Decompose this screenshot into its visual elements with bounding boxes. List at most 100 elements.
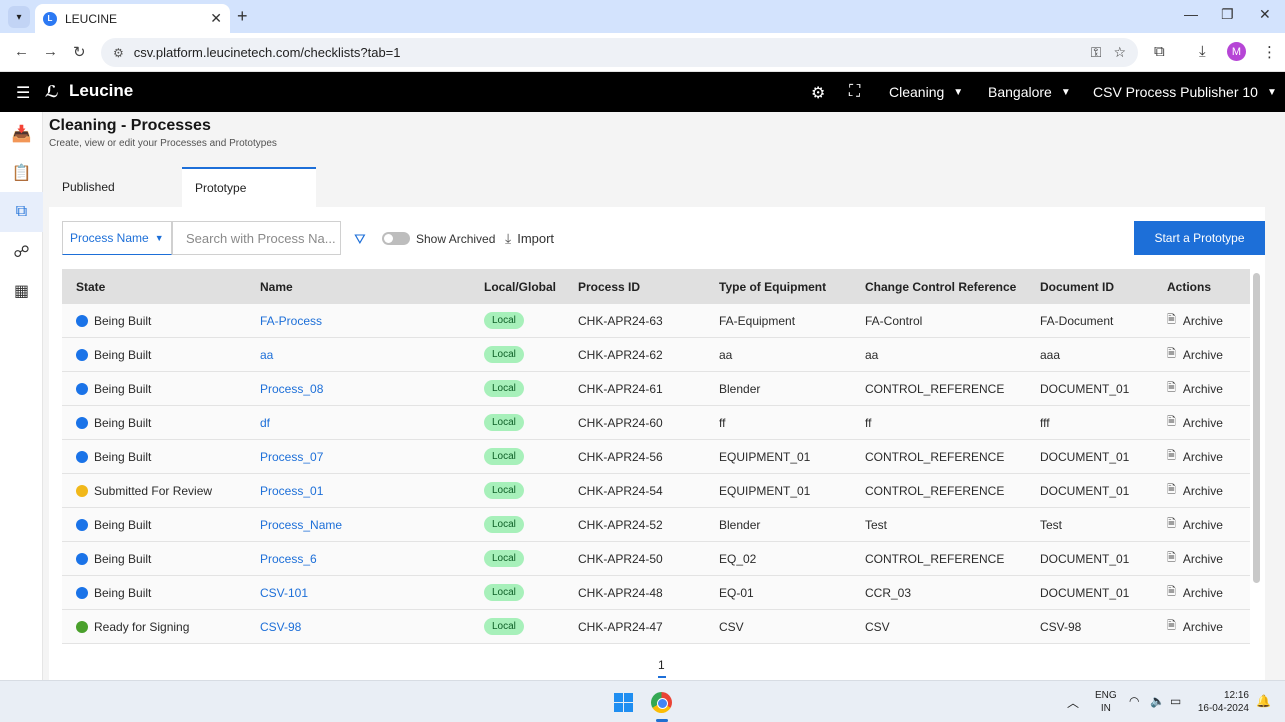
cell-process-id: CHK-APR24-56: [578, 449, 663, 464]
archive-action[interactable]: 🗎 Archive: [1167, 447, 1250, 466]
profile-avatar[interactable]: M: [1227, 42, 1246, 61]
leucine-logo[interactable]: ℒ Leucine: [45, 81, 133, 101]
process-name-link[interactable]: df: [260, 416, 270, 430]
process-name-link[interactable]: Process_6: [260, 552, 317, 566]
restore-icon[interactable]: ❐: [1221, 6, 1234, 23]
new-tab-icon[interactable]: +: [237, 6, 248, 27]
archive-action[interactable]: 🗎 Archive: [1167, 481, 1250, 500]
url-text[interactable]: csv.platform.leucinetech.com/checklists?…: [134, 45, 1091, 60]
bookmark-star-icon[interactable]: ☆: [1113, 44, 1126, 61]
cell-local-global: Local: [484, 312, 578, 329]
table-row[interactable]: Being Built Process_6 Local CHK-APR24-50…: [62, 542, 1250, 576]
column-header-equipment[interactable]: Type of Equipment: [719, 280, 865, 294]
cell-name: Process_6: [260, 552, 484, 566]
checklist-icon[interactable]: 📋: [0, 153, 43, 193]
password-key-icon[interactable]: ⚿: [1091, 44, 1102, 61]
table-row[interactable]: Being Built FA-Process Local CHK-APR24-6…: [62, 304, 1250, 338]
reload-icon[interactable]: ↻: [73, 43, 86, 61]
column-header-local-global[interactable]: Local/Global: [484, 280, 578, 294]
table-row[interactable]: Ready for Signing CSV-98 Local CHK-APR24…: [62, 610, 1250, 644]
chrome-taskbar-icon[interactable]: [651, 692, 672, 713]
filter-field-dropdown[interactable]: Process Name ▼: [62, 221, 172, 255]
facility-dropdown[interactable]: Cleaning ▼: [889, 84, 963, 100]
table-row[interactable]: Submitted For Review Process_01 Local CH…: [62, 474, 1250, 508]
import-button[interactable]: ⤓ Import: [505, 230, 554, 247]
browser-menu-icon[interactable]: ⋮: [1262, 43, 1277, 61]
tab-published[interactable]: Published: [49, 167, 182, 207]
scan-icon[interactable]: ⛶: [849, 83, 860, 101]
column-header-process-id[interactable]: Process ID: [578, 280, 719, 294]
show-archived-toggle[interactable]: [382, 232, 410, 245]
site-info-icon[interactable]: ⚙: [113, 46, 124, 60]
cell-equipment: CSV: [719, 619, 744, 634]
process-name-link[interactable]: aa: [260, 348, 273, 362]
table-row[interactable]: Being Built Process_08 Local CHK-APR24-6…: [62, 372, 1250, 406]
tray-chevron-up-icon[interactable]: ︿: [1067, 694, 1079, 711]
omnibox[interactable]: ⚙ csv.platform.leucinetech.com/checklist…: [101, 38, 1138, 67]
table-scrollbar[interactable]: [1253, 273, 1260, 583]
table-row[interactable]: Being Built aa Local CHK-APR24-62 aa aa …: [62, 338, 1250, 372]
extensions-icon[interactable]: ⧉: [1154, 43, 1165, 60]
archive-action[interactable]: 🗎 Archive: [1167, 515, 1250, 534]
search-input[interactable]: [172, 221, 341, 255]
process-name-link[interactable]: Process_08: [260, 382, 323, 396]
table-row[interactable]: Being Built Process_07 Local CHK-APR24-5…: [62, 440, 1250, 474]
table-row[interactable]: Being Built df Local CHK-APR24-60 ff ff …: [62, 406, 1250, 440]
table-row[interactable]: Being Built Process_Name Local CHK-APR24…: [62, 508, 1250, 542]
back-icon[interactable]: ←: [14, 43, 29, 60]
process-name-link[interactable]: Process_07: [260, 450, 323, 464]
windows-start-icon[interactable]: [614, 693, 633, 712]
downloads-icon[interactable]: ⤓: [1199, 43, 1206, 60]
process-name-link[interactable]: CSV-101: [260, 586, 308, 600]
wifi-icon[interactable]: ◠: [1129, 694, 1139, 708]
reports-icon[interactable]: ▦: [0, 271, 43, 311]
archive-action[interactable]: 🗎 Archive: [1167, 549, 1250, 568]
column-header-ccr[interactable]: Change Control Reference: [865, 280, 1040, 294]
user-dropdown[interactable]: CSV Process Publisher 10 ▼: [1093, 84, 1277, 100]
archive-action[interactable]: 🗎 Archive: [1167, 379, 1250, 398]
volume-icon[interactable]: 🔈: [1150, 694, 1165, 708]
tab-search-chevron-icon[interactable]: ▾: [8, 6, 30, 28]
cell-process-id: CHK-APR24-54: [578, 483, 663, 498]
start-prototype-button[interactable]: Start a Prototype: [1134, 221, 1265, 255]
column-header-document-id[interactable]: Document ID: [1040, 280, 1167, 294]
language-indicator[interactable]: ENG IN: [1095, 689, 1117, 715]
process-name-link[interactable]: Process_Name: [260, 518, 342, 532]
notification-bell-icon[interactable]: 🔔: [1256, 694, 1271, 708]
minimize-icon[interactable]: —: [1184, 6, 1198, 22]
forward-icon[interactable]: →: [43, 43, 58, 60]
state-status-dot-icon: [76, 348, 88, 361]
location-dropdown[interactable]: Bangalore ▼: [988, 84, 1071, 100]
cell-name: aa: [260, 348, 484, 362]
archive-label: Archive: [1182, 347, 1223, 362]
archive-action[interactable]: 🗎 Archive: [1167, 413, 1250, 432]
tab-close-icon[interactable]: ✕: [210, 10, 222, 27]
filter-funnel-icon[interactable]: ⛛: [354, 231, 366, 248]
column-header-state[interactable]: State: [62, 280, 260, 294]
process-name-link[interactable]: CSV-98: [260, 620, 301, 634]
tab-prototype[interactable]: Prototype: [182, 167, 316, 207]
table-row[interactable]: Being Built CSV-101 Local CHK-APR24-48 E…: [62, 576, 1250, 610]
system-clock[interactable]: 12:16 16-04-2024: [1196, 689, 1249, 715]
cell-state: Being Built: [62, 416, 260, 430]
archive-action[interactable]: 🗎 Archive: [1167, 583, 1250, 602]
archive-action[interactable]: 🗎 Archive: [1167, 311, 1250, 330]
inbox-icon[interactable]: 📥: [0, 114, 43, 154]
processes-icon[interactable]: ⧉: [0, 192, 43, 232]
cell-local-global: Local: [484, 380, 578, 397]
pagination-page-1[interactable]: 1: [658, 658, 665, 672]
archive-action[interactable]: 🗎 Archive: [1167, 617, 1250, 636]
archive-icon: 🗎: [1167, 450, 1176, 462]
window-close-icon[interactable]: ✕: [1259, 6, 1271, 23]
column-header-name[interactable]: Name: [260, 280, 484, 294]
browser-tab[interactable]: L LEUCINE ✕: [35, 4, 230, 33]
archive-action[interactable]: 🗎 Archive: [1167, 345, 1250, 364]
process-name-link[interactable]: FA-Process: [260, 314, 322, 328]
process-name-link[interactable]: Process_01: [260, 484, 323, 498]
battery-icon[interactable]: ▭: [1170, 694, 1181, 708]
settings-gear-icon[interactable]: ⚙: [811, 83, 825, 103]
cell-ccr: CSV: [865, 619, 890, 634]
hamburger-menu-icon[interactable]: ☰: [16, 83, 30, 103]
ontology-icon[interactable]: ☍: [0, 232, 43, 272]
archive-icon: 🗎: [1167, 552, 1176, 564]
